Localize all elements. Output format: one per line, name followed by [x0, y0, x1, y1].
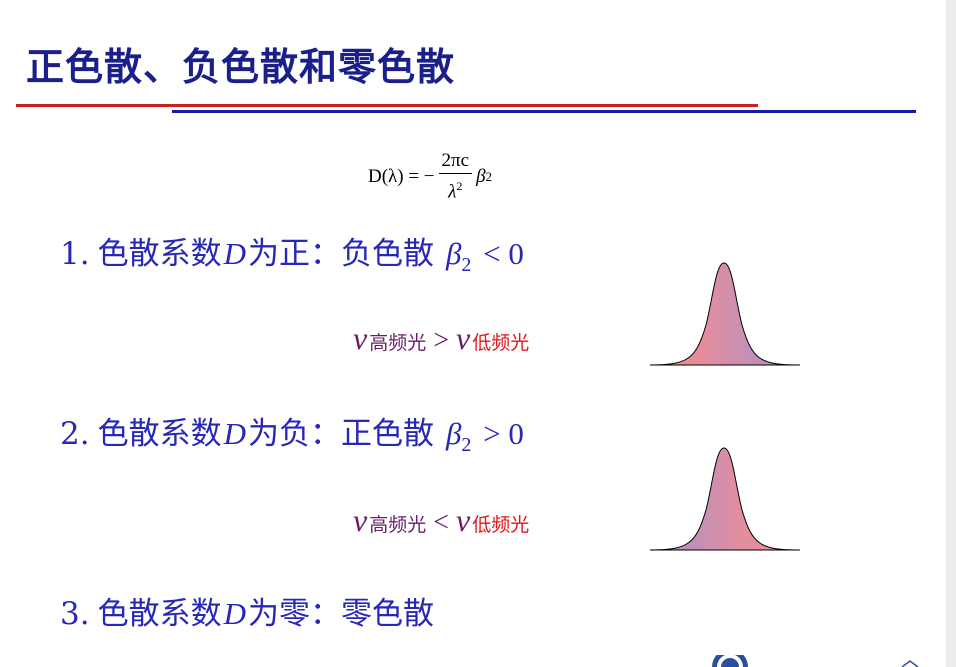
- item-suffix: 为负：正色散: [247, 416, 434, 452]
- item-symbol: D: [223, 416, 246, 451]
- relation-operator: <: [433, 507, 450, 538]
- condition-beta: β: [445, 236, 462, 271]
- list-item-negative-d: 2. 色散系数 D 为负：正色散 β2 > 0: [60, 408, 524, 457]
- frequency-relation-1: ν 高频光 > ν 低频光: [353, 320, 529, 357]
- high-freq-label: 高频光: [369, 514, 427, 536]
- item-number: 3.: [60, 596, 90, 632]
- item-suffix: 为正：负色散: [247, 236, 434, 272]
- formula-fraction: 2πc λ2: [438, 150, 473, 204]
- formula-exponent: 2: [456, 178, 463, 193]
- pulse-diagram-chirp-2: [649, 447, 800, 551]
- decoration-icon: [901, 660, 919, 667]
- slide-edge: [946, 0, 956, 667]
- formula-beta-sub: 2: [485, 169, 493, 184]
- item-suffix: 为零：零色散: [247, 596, 434, 632]
- item-prefix: 色散系数: [97, 416, 222, 452]
- slide: 正色散、负色散和零色散 D(λ) = − 2πc λ2 β2 1. 色散系数 D…: [0, 0, 956, 667]
- list-item-zero-d: 3. 色散系数 D 为零：零色散: [60, 588, 434, 633]
- condition-beta-sub: 2: [461, 434, 472, 457]
- pulse-shape: [649, 447, 799, 551]
- formula-lhs: D(λ) = −: [368, 166, 435, 187]
- dispersion-formula: D(λ) = − 2πc λ2 β2: [368, 148, 492, 206]
- condition-beta-sub: 2: [461, 254, 472, 277]
- item-prefix: 色散系数: [97, 236, 222, 272]
- formula-denominator: λ2: [448, 174, 462, 204]
- page-title: 正色散、负色散和零色散: [26, 45, 456, 89]
- item-prefix: 色散系数: [97, 596, 222, 632]
- condition-beta: β: [445, 416, 462, 451]
- condition-relation: > 0: [483, 416, 524, 451]
- item-condition: β2 > 0: [446, 416, 524, 457]
- university-logo-icon: [712, 655, 748, 667]
- condition-relation: < 0: [483, 236, 524, 271]
- item-symbol: D: [223, 596, 246, 631]
- pulse-diagram-chirp-1: [649, 262, 800, 366]
- nu-symbol: ν: [353, 320, 368, 356]
- formula-numerator: 2πc: [438, 150, 473, 174]
- title-underline-blue: [172, 110, 916, 113]
- item-condition: β2 < 0: [446, 236, 524, 277]
- nu-symbol: ν: [456, 320, 471, 356]
- nu-symbol: ν: [456, 502, 471, 538]
- list-item-positive-d: 1. 色散系数 D 为正：负色散 β2 < 0: [60, 228, 524, 277]
- pulse-shape: [649, 262, 799, 366]
- item-number: 1.: [60, 236, 90, 272]
- relation-operator: >: [433, 325, 450, 356]
- low-freq-label: 低频光: [472, 514, 530, 536]
- nu-symbol: ν: [353, 502, 368, 538]
- low-freq-label: 低频光: [472, 332, 530, 354]
- formula-beta: β: [476, 166, 486, 187]
- frequency-relation-2: ν 高频光 < ν 低频光: [353, 502, 529, 539]
- high-freq-label: 高频光: [369, 332, 427, 354]
- item-number: 2.: [60, 416, 90, 452]
- item-symbol: D: [223, 236, 246, 271]
- title-underline-red: [16, 104, 758, 107]
